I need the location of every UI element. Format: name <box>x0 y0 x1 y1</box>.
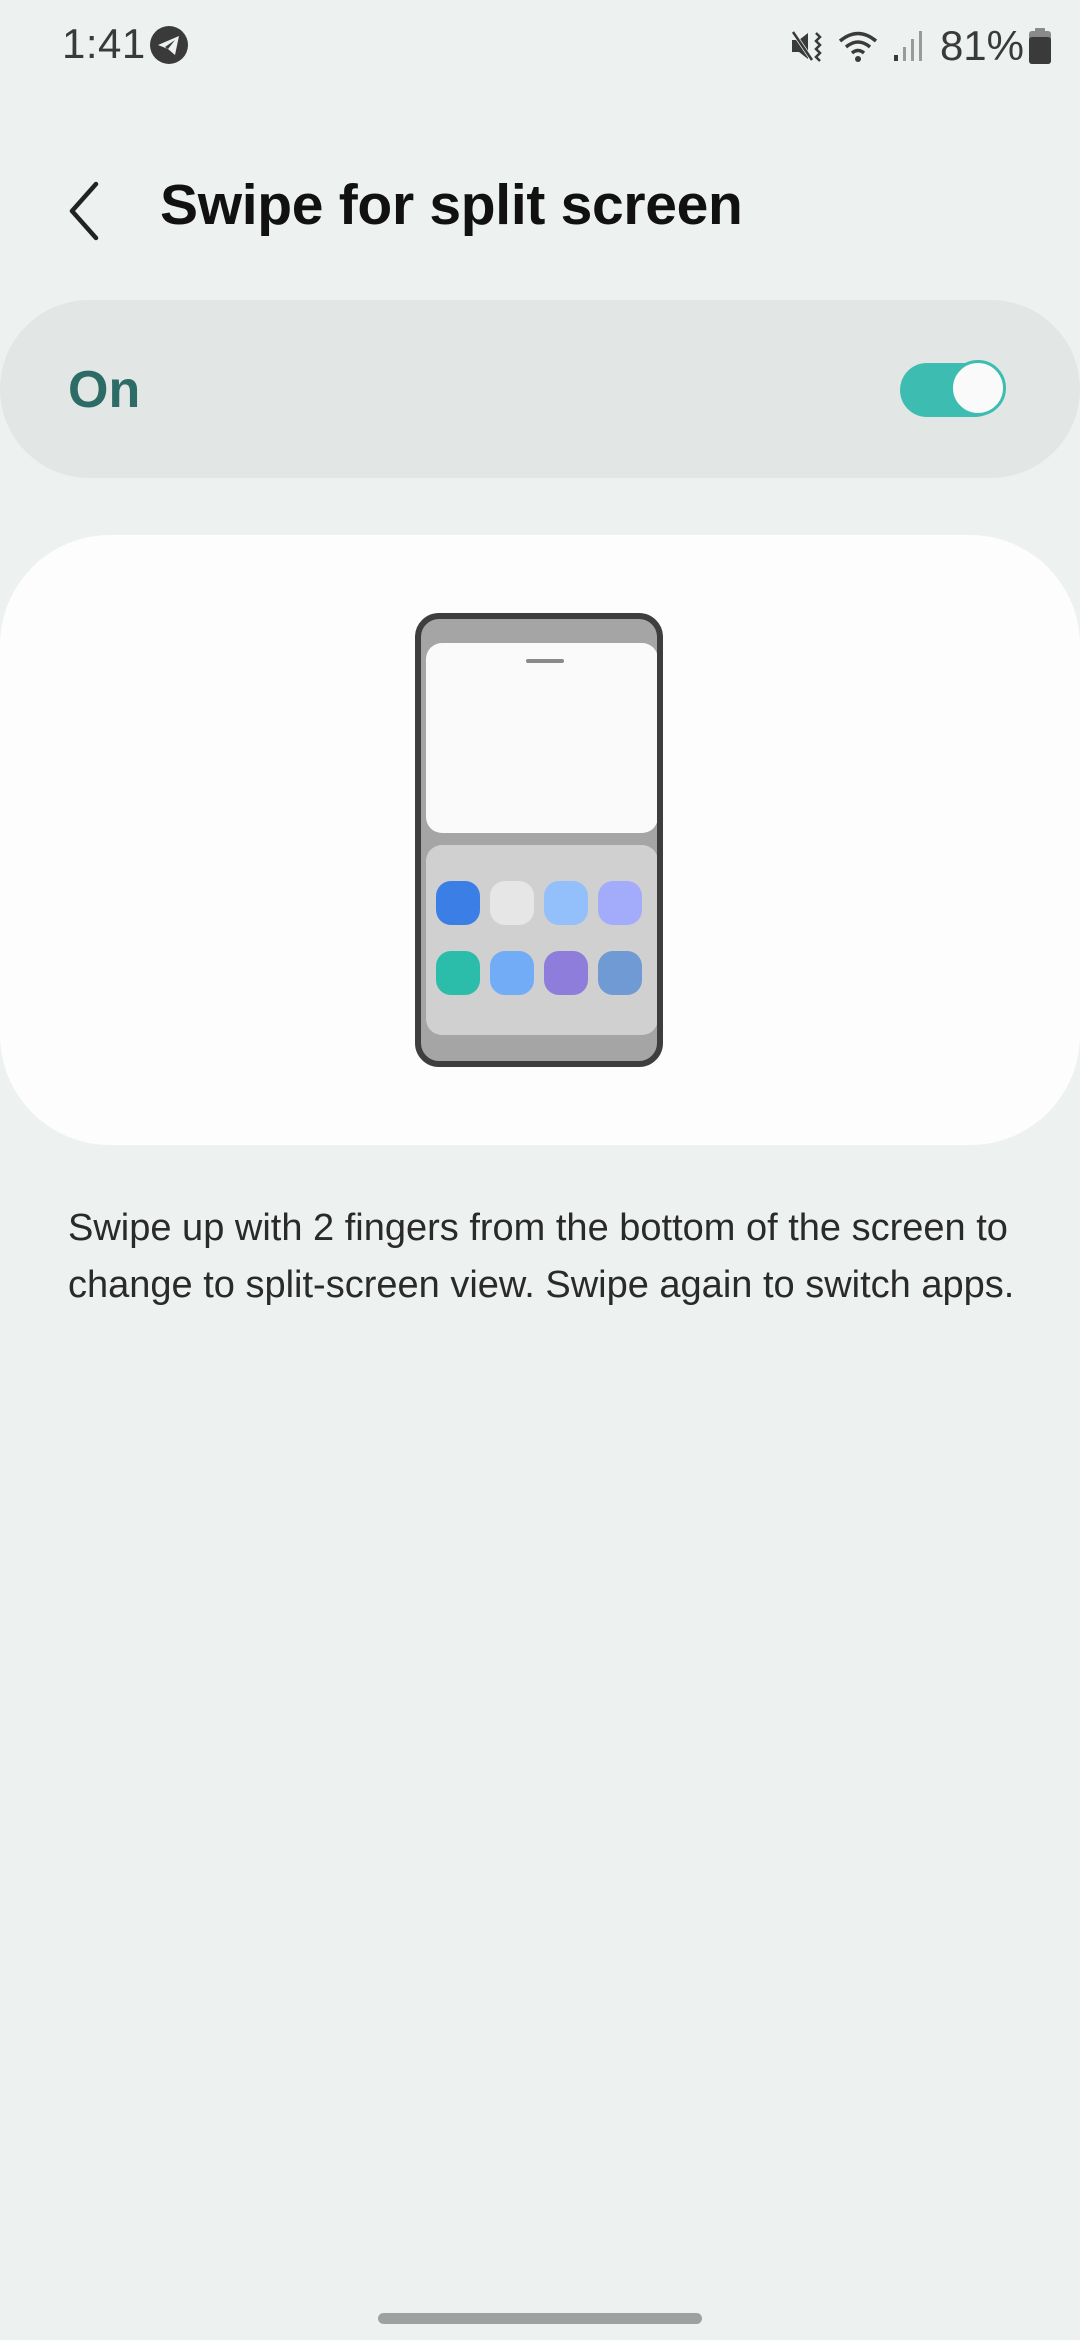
app-icon <box>598 881 642 925</box>
app-icon <box>490 881 534 925</box>
window-handle <box>526 659 564 663</box>
app-icon <box>436 881 480 925</box>
battery-icon <box>1029 28 1051 64</box>
telegram-icon <box>150 26 188 64</box>
app-icon-grid <box>436 881 642 995</box>
mute-vibrate-icon <box>791 30 822 62</box>
app-icon <box>544 951 588 995</box>
split-bottom-window <box>426 845 657 1035</box>
app-icon <box>544 881 588 925</box>
signal-icon <box>893 31 922 61</box>
toggle-thumb <box>950 360 1006 416</box>
master-toggle-switch[interactable] <box>900 360 1006 420</box>
split-top-window <box>426 643 657 833</box>
app-icon <box>490 951 534 995</box>
page-title: Swipe for split screen <box>160 173 743 237</box>
battery-percent: 81% <box>939 22 1024 69</box>
app-icon <box>598 951 642 995</box>
back-button[interactable] <box>56 170 116 250</box>
master-switch-label: On <box>68 361 141 419</box>
home-indicator[interactable] <box>378 2313 702 2324</box>
feature-description: Swipe up with 2 fingers from the bottom … <box>68 1207 1015 1306</box>
phone-illustration <box>415 613 663 1067</box>
chevron-left-icon <box>69 181 99 241</box>
app-icon <box>436 951 480 995</box>
wifi-icon <box>838 31 878 62</box>
status-icons: 81% <box>790 20 1052 72</box>
status-time: 1:41 <box>62 20 146 67</box>
